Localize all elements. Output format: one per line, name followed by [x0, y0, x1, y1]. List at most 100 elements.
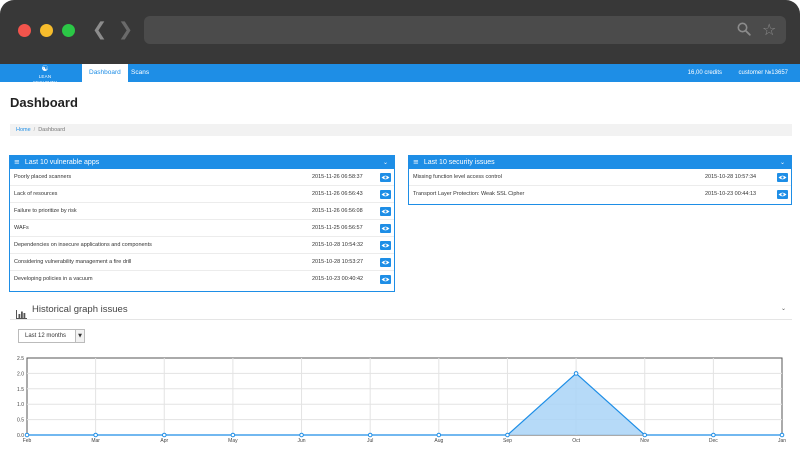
view-eye-icon[interactable]: [380, 207, 391, 216]
customer-id[interactable]: customer №13657: [739, 64, 788, 82]
address-bar[interactable]: [144, 16, 786, 44]
issue-name: Transport Layer Protection: Weak SSL Cip…: [413, 191, 525, 197]
y-tick-label: 1.5: [17, 387, 24, 393]
graph-title: Historical graph issues: [32, 304, 128, 315]
browser-chrome: ❮ ❯ ☆: [0, 0, 800, 64]
x-tick-label: Aug: [434, 438, 443, 444]
data-point: [299, 432, 304, 438]
vulnerable-apps-title: Last 10 vulnerable apps: [24, 159, 100, 166]
collapse-icon[interactable]: ⌄: [780, 156, 785, 169]
x-tick-label: Jan: [778, 438, 786, 444]
list-item[interactable]: Poorly placed scanners 2015-11-26 06:58:…: [10, 169, 394, 186]
x-tick-label: Apr: [160, 438, 168, 444]
page-title: Dashboard: [10, 95, 78, 110]
x-tick-label: Jul: [367, 438, 373, 444]
plot-frame: [26, 357, 783, 436]
app-date: 2015-11-25 06:56:57: [312, 225, 363, 231]
security-issues-panel: ≡ Last 10 security issues ⌄ Missing funct…: [408, 155, 792, 205]
y-tick-label: 0.5: [17, 418, 24, 424]
x-tick-label: Feb: [23, 438, 32, 444]
x-tick-label: Nov: [640, 438, 649, 444]
historical-issues-chart: 0.00.51.01.52.02.5Feb Mar Apr May Jun Jul Aug S…: [17, 356, 786, 444]
issue-date: 2015-10-23 00:44:13: [705, 191, 757, 197]
x-tick-label: Dec: [709, 438, 718, 444]
security-issues-title: Last 10 security issues: [423, 159, 495, 166]
list-item[interactable]: Dependencies on insecure applications an…: [10, 237, 394, 254]
data-point: [711, 432, 716, 438]
list-item[interactable]: Considering vulnerability management a f…: [10, 254, 394, 271]
vulnerable-apps-panel: ≡ Last 10 vulnerable apps ⌄ Poorly placed…: [9, 155, 395, 292]
security-issues-list: Missing function level access control 20…: [409, 169, 791, 203]
collapse-icon[interactable]: ⌄: [383, 156, 388, 169]
list-menu-icon: ≡: [14, 158, 20, 166]
data-point: [505, 432, 510, 438]
close-window-button[interactable]: [18, 24, 31, 37]
back-arrow-icon[interactable]: ❮: [92, 20, 107, 40]
app-name: WAFs: [14, 225, 29, 231]
view-eye-icon[interactable]: [380, 190, 391, 199]
app-date: 2015-11-26 06:56:43: [312, 191, 363, 197]
x-tick-label: May: [228, 438, 238, 444]
list-item[interactable]: Transport Layer Protection: Weak SSL Cip…: [409, 186, 791, 203]
app-date: 2015-10-28 10:53:27: [312, 259, 364, 265]
app-date: 2015-11-26 06:58:37: [312, 174, 363, 180]
credits-balance: 16,00 credits: [687, 70, 722, 76]
list-item[interactable]: Developing policies in a vacuum 2015-10-…: [10, 271, 394, 288]
top-navigation: ☯ LEAN SECURITY Dashboard Scans 16,00 cr…: [0, 64, 800, 85]
view-eye-icon[interactable]: [777, 190, 788, 199]
list-item[interactable]: WAFs 2015-11-25 06:56:57: [10, 220, 394, 237]
y-tick-label: 2.5: [17, 356, 24, 362]
list-item[interactable]: Lack of resources 2015-11-26 06:56:43: [10, 186, 394, 203]
chevron-down-icon[interactable]: ▼: [75, 330, 84, 342]
y-tick-label: 1.0: [17, 402, 24, 408]
bar-chart-icon: [16, 306, 27, 324]
data-point: [93, 432, 98, 438]
period-selected-value: Last 12 months: [25, 333, 67, 339]
view-eye-icon[interactable]: [380, 275, 391, 284]
x-tick-label: Jun: [298, 438, 306, 444]
search-icon[interactable]: [737, 22, 751, 40]
app-name: Dependencies on insecure applications an…: [14, 242, 152, 248]
data-point: [779, 432, 785, 438]
list-menu-icon: ≡: [413, 158, 419, 166]
view-eye-icon[interactable]: [380, 258, 391, 267]
tab-dashboard[interactable]: Dashboard: [82, 64, 128, 82]
minimize-window-button[interactable]: [40, 24, 53, 37]
view-eye-icon[interactable]: [777, 173, 788, 182]
x-tick-label: Sep: [503, 438, 512, 444]
view-eye-icon[interactable]: [380, 241, 391, 250]
forward-arrow-icon[interactable]: ❯: [118, 20, 133, 40]
collapse-icon[interactable]: ⌄: [781, 305, 786, 312]
app-name: Developing policies in a vacuum: [14, 276, 93, 282]
view-eye-icon[interactable]: [380, 173, 391, 182]
breadcrumb-separator: /: [33, 127, 36, 133]
data-point: [642, 432, 648, 438]
breadcrumb-home-link[interactable]: Home: [16, 127, 31, 133]
logo-text: LEAN SECURITY: [32, 74, 58, 85]
app-name: Lack of resources: [14, 191, 58, 197]
shield-icon: ☯: [41, 64, 49, 73]
data-point: [436, 432, 442, 438]
breadcrumb-current: Dashboard: [38, 127, 66, 133]
list-item[interactable]: Failure to prioritize by risk 2015-11-26…: [10, 203, 394, 220]
list-item[interactable]: Missing function level access control 20…: [409, 169, 791, 186]
maximize-window-button[interactable]: [62, 24, 75, 37]
view-eye-icon[interactable]: [380, 224, 391, 233]
breadcrumb: Home / Dashboard: [10, 124, 792, 136]
app-date: 2015-10-23 00:40:42: [312, 276, 364, 282]
issue-name: Missing function level access control: [413, 174, 502, 180]
y-tick-label: 2.0: [17, 371, 24, 377]
data-point: [230, 432, 236, 438]
vulnerable-apps-header: ≡ Last 10 vulnerable apps ⌄: [10, 156, 394, 169]
app-date: 2015-11-26 06:56:08: [312, 208, 363, 214]
app-date: 2015-10-28 10:54:32: [312, 242, 364, 248]
lean-security-logo[interactable]: ☯ LEAN SECURITY: [26, 64, 64, 85]
issue-date: 2015-10-28 10:57:34: [705, 174, 757, 180]
data-point: [367, 432, 373, 438]
bookmark-star-icon[interactable]: ☆: [762, 20, 776, 39]
data-point: [161, 432, 167, 438]
app-name: Failure to prioritize by risk: [14, 208, 77, 214]
tab-scans[interactable]: Scans: [124, 64, 156, 82]
period-select[interactable]: Last 12 months ▼: [18, 329, 85, 343]
graph-header: Historical graph issues ⌄: [10, 300, 792, 320]
